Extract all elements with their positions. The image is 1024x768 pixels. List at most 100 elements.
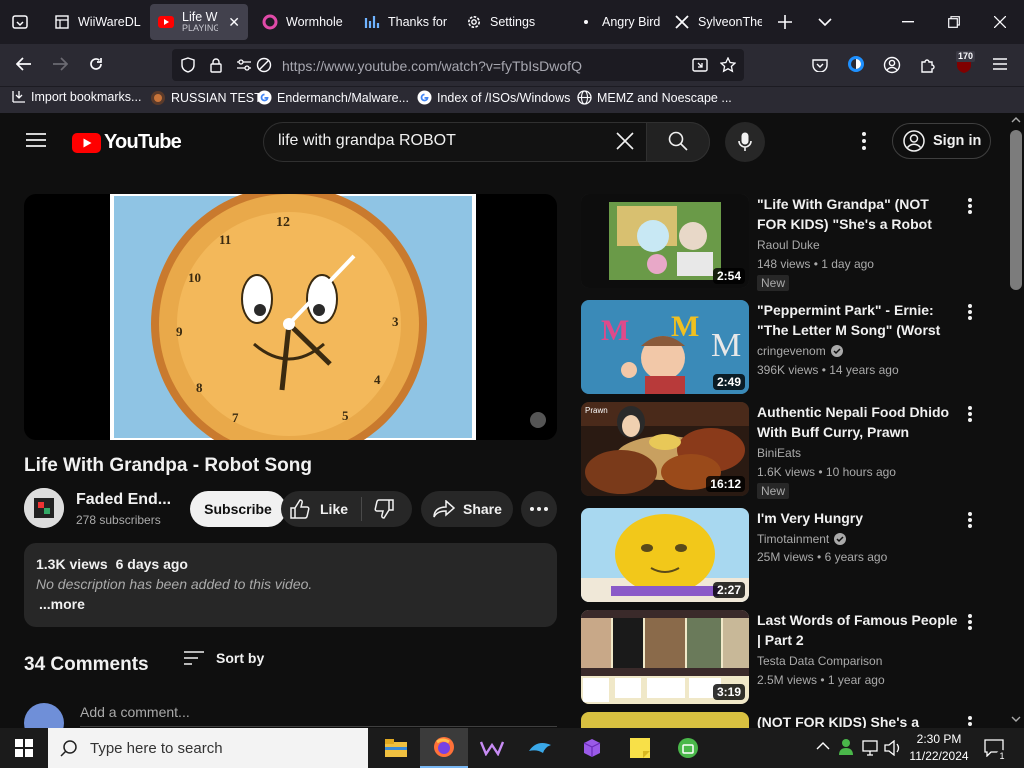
video-thumbnail[interactable]: 3:19	[581, 610, 749, 704]
lock-icon[interactable]	[206, 55, 226, 75]
related-title[interactable]: Authentic Nepali Food Dhido With Buff Cu…	[757, 402, 962, 442]
sign-in-button[interactable]: Sign in	[892, 123, 991, 159]
sticky-notes-icon[interactable]	[616, 728, 664, 768]
reload-icon[interactable]	[86, 54, 106, 74]
related-video[interactable]: (NOT FOR KIDS) She's a Robot |	[581, 712, 1001, 728]
related-title[interactable]: (NOT FOR KIDS) She's a Robot |	[757, 712, 962, 728]
bookmark-index-isos[interactable]: Index of /ISOs/Windows	[417, 90, 570, 105]
action-menu-icon[interactable]	[963, 714, 977, 728]
tab-youtube-playing[interactable]: Life With PLAYING ✕	[150, 4, 248, 40]
more-horizontal-icon[interactable]	[529, 499, 549, 519]
video-thumbnail[interactable]: 2:54	[581, 194, 749, 288]
channel-avatar[interactable]	[24, 488, 64, 528]
pocket-icon[interactable]	[810, 55, 830, 75]
like-button[interactable]: Like	[290, 491, 348, 527]
related-channel-row[interactable]: Timotainment	[757, 532, 847, 546]
file-explorer-icon[interactable]	[372, 728, 420, 768]
back-arrow-icon[interactable]	[14, 54, 34, 74]
related-title[interactable]: Last Words of Famous People | Part 2	[757, 610, 962, 650]
video-thumbnail[interactable]: 2:27	[581, 508, 749, 602]
taskbar-clock[interactable]: 2:30 PM 11/22/2024	[906, 731, 972, 765]
scroll-down-arrow-icon[interactable]	[1011, 716, 1021, 722]
action-menu-icon[interactable]	[963, 510, 977, 530]
scroll-up-arrow-icon[interactable]	[1011, 117, 1021, 123]
app-w-icon[interactable]	[468, 728, 516, 768]
guide-menu-icon[interactable]	[26, 130, 46, 150]
video-thumbnail[interactable]: MMM 2:49	[581, 300, 749, 394]
restore-icon[interactable]	[944, 12, 964, 32]
bookmark-memz[interactable]: MEMZ and Noescape ...	[577, 90, 732, 105]
windows-start-icon[interactable]	[0, 728, 48, 768]
tray-chevron-up-icon[interactable]	[816, 741, 830, 751]
related-title[interactable]: I'm Very Hungry	[757, 508, 962, 528]
related-title[interactable]: "Peppermint Park" - Ernie: "The Letter M…	[757, 300, 962, 340]
bookmark-russian-test[interactable]: RUSSIAN TEST	[150, 90, 262, 106]
bookmark-import[interactable]: Import bookmarks...	[12, 90, 141, 104]
purple-cube-icon[interactable]	[568, 728, 616, 768]
url-text[interactable]: https://www.youtube.com/watch?v=fyTbIsDw…	[282, 58, 582, 74]
list-all-tabs-icon[interactable]	[10, 12, 30, 32]
related-channel[interactable]: Raoul Duke	[757, 238, 820, 252]
permissions-icon[interactable]	[234, 55, 254, 75]
youtube-logo[interactable]: YouTube	[72, 131, 182, 154]
related-channel[interactable]: BiniEats	[757, 446, 801, 460]
search-icon[interactable]	[668, 131, 688, 151]
microphone-icon[interactable]	[735, 132, 755, 152]
taskbar-search-box[interactable]: Type here to search	[48, 728, 368, 768]
subscribe-button[interactable]: Subscribe	[190, 491, 286, 527]
video-thumbnail[interactable]: Prawn 16:12	[581, 402, 749, 496]
autoplay-blocked-icon[interactable]	[254, 55, 274, 75]
related-video[interactable]: MMM 2:49 "Peppermint Park" - Ernie: "The…	[581, 300, 1001, 396]
related-video[interactable]: Prawn 16:12 Authentic Nepali Food Dhido …	[581, 402, 1001, 499]
bookmark-star-icon[interactable]	[718, 55, 738, 75]
scrollbar-thumb[interactable]	[1010, 130, 1022, 290]
extensions-puzzle-icon[interactable]	[918, 55, 938, 75]
green-app-icon[interactable]	[664, 728, 712, 768]
tab-sylveonthe[interactable]: SylveonThe	[666, 4, 762, 40]
firefox-taskbar-icon[interactable]	[420, 728, 468, 768]
action-menu-icon[interactable]	[963, 404, 977, 424]
forward-arrow-icon[interactable]	[50, 54, 70, 74]
extension-circle-icon[interactable]	[846, 54, 866, 74]
minimize-icon[interactable]	[898, 12, 918, 32]
related-video[interactable]: 2:27 I'm Very Hungry Timotainment 25M vi…	[581, 508, 1001, 604]
sort-comments-button[interactable]: Sort by	[184, 650, 264, 666]
network-icon[interactable]	[862, 740, 880, 756]
bookmark-endermanch[interactable]: Endermanch/Malware...	[257, 90, 409, 105]
related-channel[interactable]: Timotainment	[757, 532, 829, 546]
channel-name[interactable]: Faded End...	[76, 491, 171, 509]
tab-wiiwaredl[interactable]: WiiWareDL	[46, 4, 146, 40]
close-window-icon[interactable]	[990, 12, 1010, 32]
related-video[interactable]: 2:54 "Life With Grandpa" (NOT FOR KIDS) …	[581, 194, 1001, 291]
hamburger-menu-icon[interactable]	[990, 54, 1010, 74]
related-channel[interactable]: cringevenom	[757, 344, 826, 358]
share-button-content[interactable]: Share	[433, 491, 502, 527]
dolphin-emulator-icon[interactable]	[516, 728, 564, 768]
show-more-link[interactable]: ...more	[39, 596, 85, 612]
action-menu-icon[interactable]	[963, 612, 977, 632]
settings-dots-icon[interactable]	[854, 131, 874, 151]
tracking-shield-icon[interactable]	[178, 55, 198, 75]
video-player[interactable]: 12 11 10 9 8 7 3 4 5	[24, 194, 557, 440]
search-input[interactable]: life with grandpa ROBOT	[278, 132, 456, 150]
related-channel-row[interactable]: cringevenom	[757, 344, 843, 358]
thumbs-down-icon[interactable]	[374, 499, 394, 519]
people-icon[interactable]	[838, 738, 854, 756]
volume-icon[interactable]	[884, 740, 902, 756]
account-icon[interactable]	[882, 55, 902, 75]
tab-list-chevron-icon[interactable]	[815, 12, 835, 32]
action-menu-icon[interactable]	[963, 302, 977, 322]
clear-search-icon[interactable]	[615, 131, 635, 151]
tab-angry-birds[interactable]: Angry Birds	[570, 4, 660, 40]
related-channel[interactable]: Testa Data Comparison	[757, 654, 882, 668]
add-comment-input[interactable]: Add a comment...	[80, 704, 190, 720]
video-thumbnail[interactable]	[581, 712, 749, 728]
related-title[interactable]: "Life With Grandpa" (NOT FOR KIDS) "She'…	[757, 194, 962, 234]
action-menu-icon[interactable]	[963, 196, 977, 216]
tab-thanks-for[interactable]: Thanks for	[356, 4, 448, 40]
tab-settings[interactable]: Settings	[458, 4, 558, 40]
tab-close-icon[interactable]: ✕	[228, 14, 240, 31]
related-video[interactable]: 3:19 Last Words of Famous People | Part …	[581, 610, 1001, 706]
tab-wormhole[interactable]: Wormhole	[254, 4, 348, 40]
picture-in-picture-icon[interactable]	[690, 55, 710, 75]
